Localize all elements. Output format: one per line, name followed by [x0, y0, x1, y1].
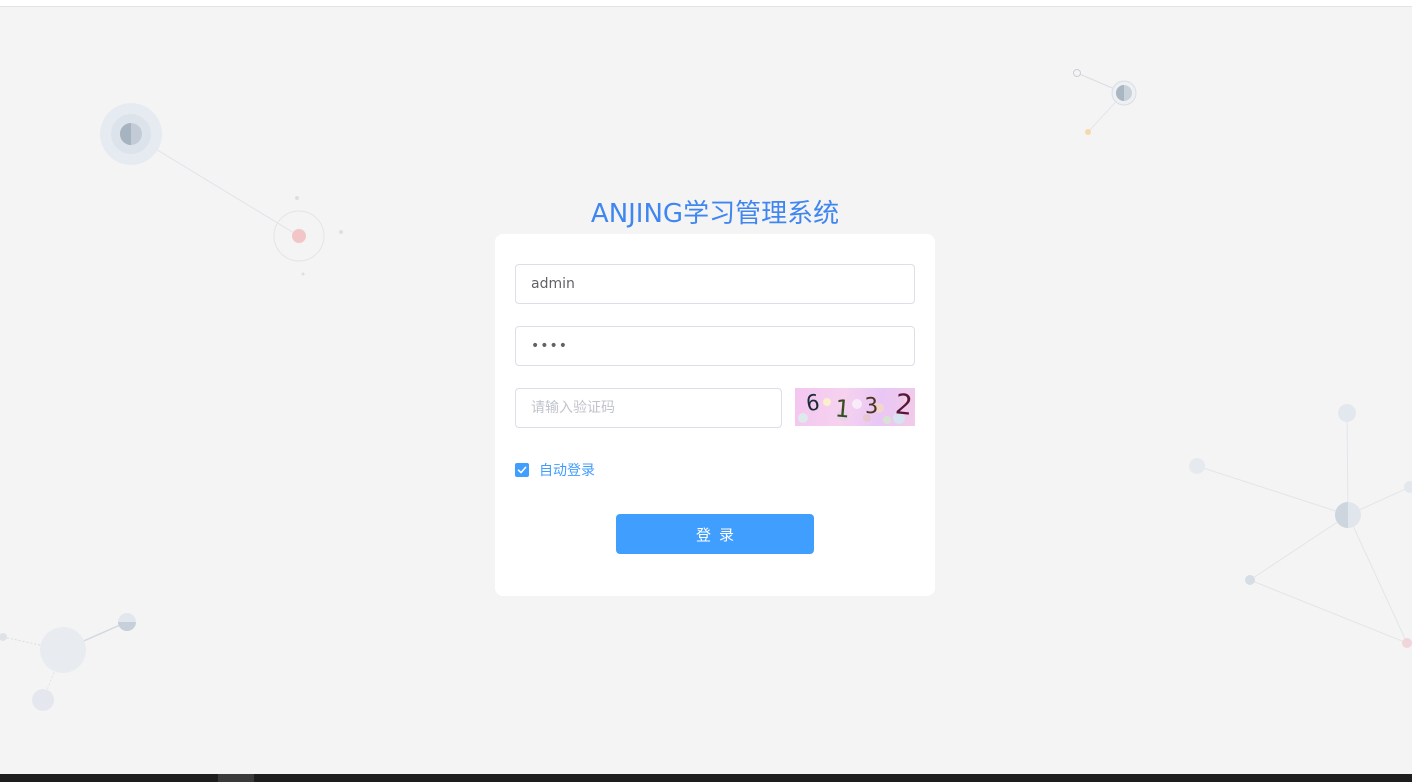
login-card: 6 1 3 2 自动登录 登录 — [495, 234, 935, 596]
taskbar-strip — [0, 774, 1412, 782]
captcha-input[interactable] — [515, 388, 782, 428]
remember-me-label: 自动登录 — [539, 463, 595, 479]
captcha-digit: 1 — [834, 394, 851, 423]
username-input[interactable] — [515, 264, 915, 304]
taskbar-item — [218, 774, 254, 782]
captcha-digit: 3 — [864, 394, 879, 420]
captcha-image[interactable]: 6 1 3 2 — [795, 388, 915, 426]
page-title: ANJING学习管理系统 — [590, 199, 840, 229]
captcha-digit: 2 — [894, 388, 914, 422]
checkbox-box[interactable] — [515, 463, 529, 477]
password-input[interactable] — [515, 326, 915, 366]
login-button[interactable]: 登录 — [616, 514, 814, 554]
captcha-digit: 6 — [805, 390, 822, 417]
remember-me-checkbox[interactable]: 自动登录 — [515, 462, 595, 479]
check-icon — [517, 466, 527, 474]
